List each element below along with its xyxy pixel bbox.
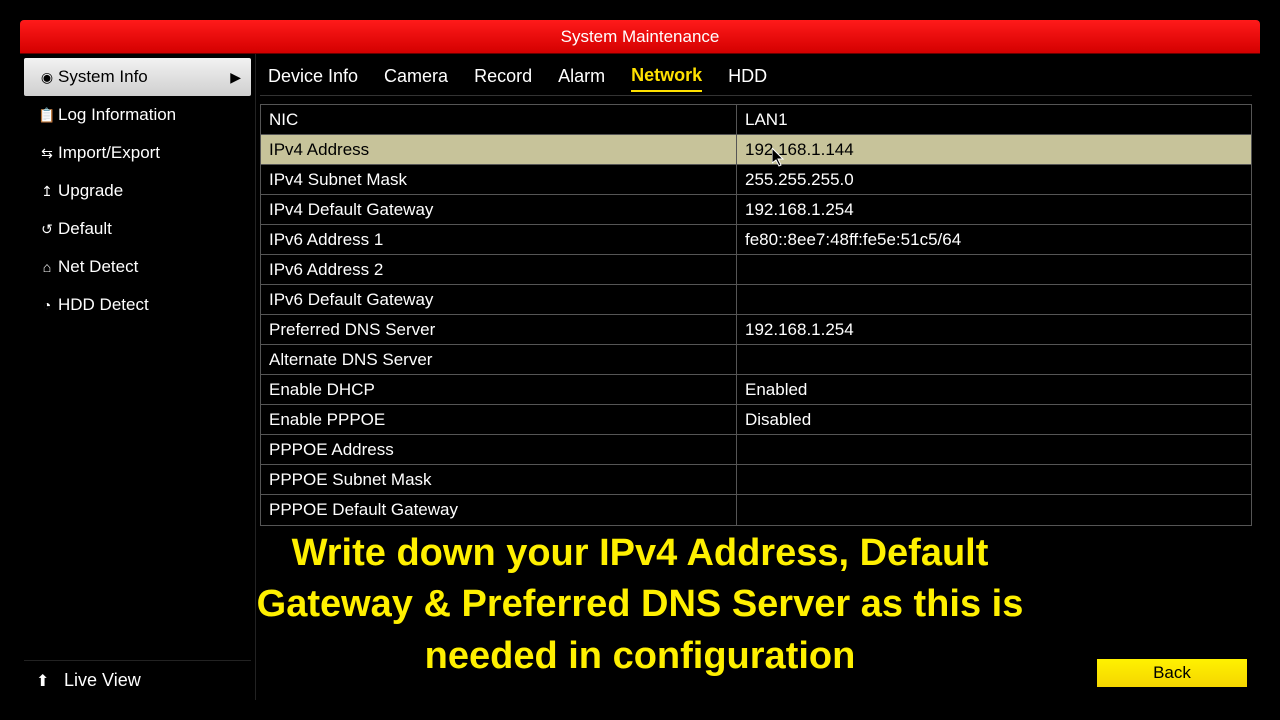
row-value [737, 285, 1251, 314]
table-row: Alternate DNS Server [261, 345, 1251, 375]
row-label: PPPOE Address [261, 435, 737, 464]
sidebar-item-system-info-icon: ◉ [36, 69, 58, 86]
sidebar-item-log-info-icon: 📋 [36, 107, 58, 124]
row-label: IPv6 Address 1 [261, 225, 737, 254]
sidebar-item-log-info[interactable]: 📋Log Information [24, 96, 251, 134]
table-row: IPv6 Default Gateway [261, 285, 1251, 315]
table-row: IPv4 Address192.168.1.144 [261, 135, 1251, 165]
main-panel: Device Info Camera Record Alarm Network HDD N… [256, 54, 1260, 700]
table-row: IPv6 Address 1fe80::8ee7:48ff:fe5e:51c5/… [261, 225, 1251, 255]
table-row: IPv4 Default Gateway192.168.1.254 [261, 195, 1251, 225]
live-view-label: Live View [64, 670, 141, 691]
tab-device-info[interactable]: Device Info [268, 62, 358, 91]
titlebar: System Maintenance [20, 20, 1260, 54]
row-label: IPv4 Default Gateway [261, 195, 737, 224]
sidebar-item-hdd-detect-icon: ◔ [36, 297, 58, 313]
tab-network[interactable]: Network [631, 61, 702, 92]
table-row: Preferred DNS Server192.168.1.254 [261, 315, 1251, 345]
table-row: Enable DHCPEnabled [261, 375, 1251, 405]
row-value: fe80::8ee7:48ff:fe5e:51c5/64 [737, 225, 1251, 254]
back-label: Back [1153, 663, 1191, 683]
row-label: IPv6 Address 2 [261, 255, 737, 284]
row-label: NIC [261, 105, 737, 134]
row-value: Enabled [737, 375, 1251, 404]
home-icon: ⬆ [36, 671, 58, 691]
sidebar-item-upgrade-icon: ↥ [36, 183, 58, 200]
row-label: IPv4 Subnet Mask [261, 165, 737, 194]
row-label: Enable PPPOE [261, 405, 737, 434]
live-view-button[interactable]: ⬆ Live View [24, 660, 251, 700]
row-value: Disabled [737, 405, 1251, 434]
row-label: Enable DHCP [261, 375, 737, 404]
row-value [737, 255, 1251, 284]
table-header: NICLAN1 [261, 105, 1251, 135]
tab-record[interactable]: Record [474, 62, 532, 91]
sidebar-item-label: Upgrade [58, 181, 123, 201]
table-row: PPPOE Default Gateway [261, 495, 1251, 525]
sidebar-item-default-icon: ↺ [36, 221, 58, 238]
sidebar-item-default[interactable]: ↺Default [24, 210, 251, 248]
sidebar-item-hdd-detect[interactable]: ◔HDD Detect [24, 286, 251, 324]
row-label: PPPOE Default Gateway [261, 495, 737, 525]
tabs: Device Info Camera Record Alarm Network HDD [260, 58, 1252, 96]
sidebar-item-upgrade[interactable]: ↥Upgrade [24, 172, 251, 210]
sidebar-item-label: Default [58, 219, 112, 239]
sidebar-item-import-export[interactable]: ⇆Import/Export [24, 134, 251, 172]
row-label: PPPOE Subnet Mask [261, 465, 737, 494]
sidebar-item-label: Import/Export [58, 143, 160, 163]
row-label: IPv4 Address [261, 135, 737, 164]
window-body: ◉System Info▶📋Log Information⇆Import/Exp… [20, 54, 1260, 700]
row-value: 255.255.255.0 [737, 165, 1251, 194]
page-title: System Maintenance [561, 27, 720, 47]
table-row: IPv6 Address 2 [261, 255, 1251, 285]
table-row: IPv4 Subnet Mask255.255.255.0 [261, 165, 1251, 195]
row-value [737, 495, 1251, 525]
network-table: NICLAN1IPv4 Address192.168.1.144IPv4 Sub… [260, 104, 1252, 526]
sidebar-item-label: Net Detect [58, 257, 138, 277]
tab-hdd[interactable]: HDD [728, 62, 767, 91]
row-value: 192.168.1.144 [737, 135, 1251, 164]
row-label: Alternate DNS Server [261, 345, 737, 374]
row-value: LAN1 [737, 105, 1251, 134]
sidebar: ◉System Info▶📋Log Information⇆Import/Exp… [20, 54, 256, 700]
row-label: Preferred DNS Server [261, 315, 737, 344]
row-value: 192.168.1.254 [737, 195, 1251, 224]
tab-camera[interactable]: Camera [384, 62, 448, 91]
row-value [737, 435, 1251, 464]
table-row: Enable PPPOEDisabled [261, 405, 1251, 435]
row-label: IPv6 Default Gateway [261, 285, 737, 314]
back-button[interactable]: Back [1096, 658, 1248, 688]
sidebar-item-label: HDD Detect [58, 295, 149, 315]
sidebar-item-net-detect[interactable]: ⌂Net Detect [24, 248, 251, 286]
row-value [737, 465, 1251, 494]
window: System Maintenance ◉System Info ▶ 📋Log Inf… [18, 18, 1262, 702]
row-value [737, 345, 1251, 374]
table-row: PPPOE Subnet Mask [261, 465, 1251, 495]
sidebar-item-import-export-icon: ⇆ [36, 145, 58, 162]
chevron-right-icon: ▶ [230, 69, 241, 86]
row-value: 192.168.1.254 [737, 315, 1251, 344]
sidebar-item-net-detect-icon: ⌂ [36, 259, 58, 275]
sidebar-item-label: Log Information [58, 105, 176, 125]
tab-alarm[interactable]: Alarm [558, 62, 605, 91]
sidebar-item-system-info[interactable]: ◉System Info ▶ [24, 58, 251, 96]
sidebar-item-label: System Info [58, 67, 148, 87]
table-row: PPPOE Address [261, 435, 1251, 465]
